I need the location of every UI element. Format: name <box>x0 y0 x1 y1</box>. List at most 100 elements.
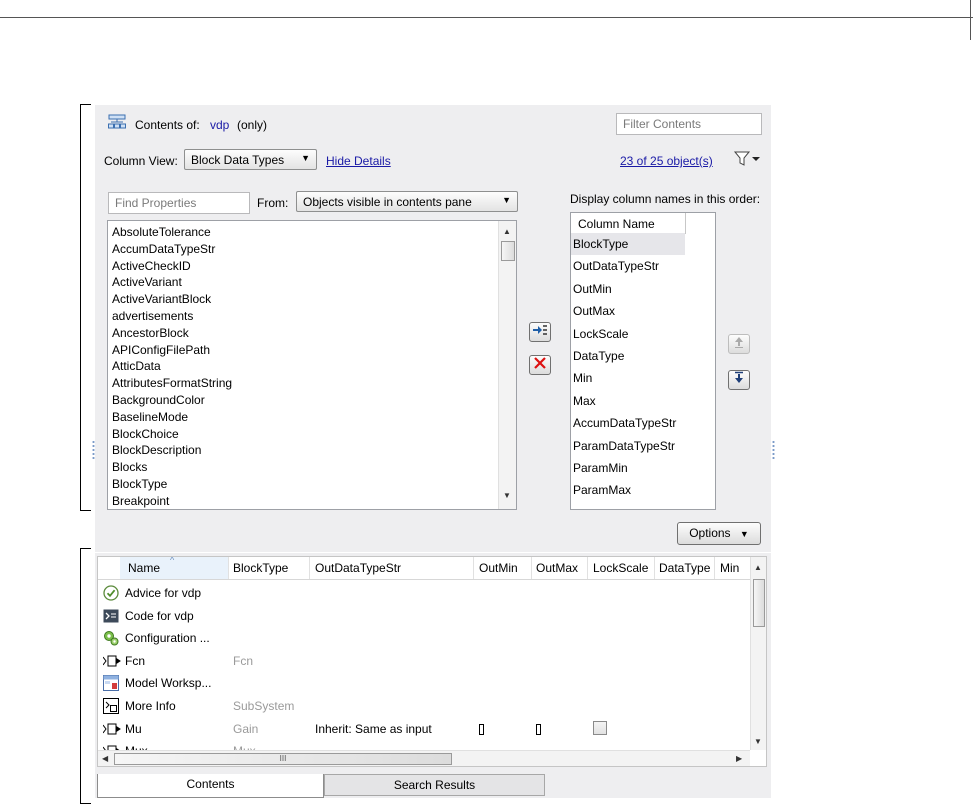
left-resize-handle[interactable] <box>92 440 95 460</box>
property-list-item[interactable]: BackgroundColor <box>108 392 498 409</box>
column-order-item[interactable]: BlockType <box>571 233 685 256</box>
model-hierarchy-icon <box>108 114 126 133</box>
property-list-item[interactable]: advertisements <box>108 308 498 325</box>
row-name: More Info <box>125 699 176 713</box>
info-block-icon <box>103 698 119 714</box>
lockscale-checkbox[interactable] <box>593 720 607 735</box>
table-horizontal-scrollbar[interactable]: ◀ III ▶ <box>98 750 750 766</box>
col-header-min[interactable]: Min <box>720 561 739 575</box>
column-divider <box>714 557 715 579</box>
row-name: Code for vdp <box>125 608 194 623</box>
tab-search-results[interactable]: Search Results <box>324 774 545 796</box>
property-list-item[interactable]: ActiveCheckID <box>108 258 498 275</box>
contents-table[interactable]: ^ Name BlockType OutDataTypeStr OutMin O… <box>97 556 767 767</box>
property-list-item[interactable]: BlockChoice <box>108 426 498 443</box>
outmin-editor[interactable] <box>479 723 484 735</box>
property-list-item[interactable]: AbsoluteTolerance <box>108 224 498 241</box>
property-list-item[interactable]: BaselineMode <box>108 409 498 426</box>
scroll-down-icon[interactable]: ▼ <box>754 737 762 746</box>
col-header-blocktype[interactable]: BlockType <box>233 561 288 575</box>
property-list-item[interactable]: APIConfigFilePath <box>108 342 498 359</box>
column-order-item[interactable]: LockScale <box>571 323 715 345</box>
column-view-dropdown[interactable]: Block Data Types ▼ <box>184 149 317 170</box>
filter-contents-input[interactable]: Filter Contents <box>616 113 762 135</box>
col-header-lockscale[interactable]: LockScale <box>593 561 648 575</box>
col-header-datatype[interactable]: DataType <box>659 561 710 575</box>
row-blocktype: SubSystem <box>233 699 295 713</box>
column-order-item[interactable]: OutMin <box>571 278 715 300</box>
column-order-item[interactable]: Min <box>571 367 715 389</box>
from-dropdown[interactable]: Objects visible in contents pane ▼ <box>296 191 518 212</box>
right-resize-handle[interactable] <box>772 440 775 460</box>
remove-column-button[interactable] <box>529 355 551 375</box>
table-row[interactable]: Mu Gain Inherit: Same as input <box>98 718 750 741</box>
options-label: Options <box>689 526 731 540</box>
scroll-up-icon[interactable]: ▲ <box>754 563 762 572</box>
property-list-item[interactable]: ActiveVariantBlock <box>108 291 498 308</box>
table-row[interactable]: More Info SubSystem <box>98 695 750 718</box>
row-name: Advice for vdp <box>125 586 202 600</box>
upper-callout-bracket <box>80 104 91 511</box>
tab-contents-label: Contents <box>186 777 235 791</box>
page-corner-mark <box>970 0 971 40</box>
column-order-item[interactable]: DataType <box>571 345 715 367</box>
table-hscroll-thumb[interactable]: III <box>114 753 452 765</box>
col-header-name[interactable]: Name <box>128 561 160 575</box>
find-properties-input[interactable]: Find Properties <box>108 192 250 214</box>
property-list-item[interactable]: Breakpoint <box>108 493 498 509</box>
table-row[interactable]: Advice for vdp <box>98 582 750 605</box>
hide-details-link[interactable]: Hide Details <box>326 154 391 168</box>
table-row[interactable]: Configuration ... <box>98 627 750 650</box>
model-link[interactable]: vdp <box>210 118 229 132</box>
col-header-outmax[interactable]: OutMax <box>536 561 578 575</box>
column-order-item[interactable]: OutDataTypeStr <box>571 255 715 277</box>
options-button[interactable]: Options ▼ <box>677 522 761 545</box>
column-order-item[interactable]: ParamMin <box>571 457 715 479</box>
scroll-down-icon[interactable]: ▼ <box>503 491 511 500</box>
properties-scrollbar[interactable]: ▲ ▼ <box>498 221 516 509</box>
table-vertical-scrollbar[interactable]: ▲ ▼ <box>750 557 766 750</box>
col-header-outdatatypestr[interactable]: OutDataTypeStr <box>315 561 401 575</box>
scroll-left-icon[interactable]: ◀ <box>102 754 108 763</box>
column-order-item[interactable]: Max <box>571 390 715 412</box>
model-workspace-icon <box>103 675 119 692</box>
table-row[interactable]: Model Worksp... <box>98 672 750 695</box>
property-list-item[interactable]: BlockDescription <box>108 442 498 459</box>
property-list-item[interactable]: AncestorBlock <box>108 325 498 342</box>
property-list-item[interactable]: ActiveVariant <box>108 274 498 291</box>
row-name: Fcn <box>125 653 146 668</box>
row-blocktype: Gain <box>233 721 259 736</box>
column-order-item[interactable]: AccumDataTypeStr <box>571 412 715 434</box>
block-port-icon <box>102 653 121 669</box>
sort-ascending-icon: ^ <box>170 556 175 565</box>
filter-funnel-icon[interactable] <box>733 150 763 171</box>
property-list-item[interactable]: AtticData <box>108 358 498 375</box>
outmax-editor[interactable] <box>536 723 541 735</box>
property-list-item[interactable]: AttributesFormatString <box>108 375 498 392</box>
move-down-button[interactable] <box>728 370 750 390</box>
column-order-item[interactable]: OutMax <box>571 300 715 322</box>
property-list-item[interactable]: BlockType <box>108 476 498 493</box>
column-order-item[interactable]: ParamMax <box>571 479 715 501</box>
column-view-label: Column View: <box>104 154 178 168</box>
available-properties-list[interactable]: AbsoluteTolerance AccumDataTypeStr ActiveC… <box>107 220 517 510</box>
table-row[interactable]: Fcn Fcn <box>98 650 750 673</box>
add-column-button[interactable] <box>529 322 551 342</box>
column-divider <box>654 557 655 579</box>
tab-contents[interactable]: Contents <box>97 774 324 798</box>
column-divider <box>587 557 588 579</box>
scroll-right-icon[interactable]: ▶ <box>736 754 742 763</box>
table-row[interactable]: Code for vdp <box>98 605 750 628</box>
display-columns-list[interactable]: Column Name BlockType OutDataTypeStr OutMi… <box>570 212 716 510</box>
column-order-item[interactable]: ParamDataTypeStr <box>571 435 715 457</box>
properties-scroll-thumb[interactable] <box>501 241 515 261</box>
table-vscroll-thumb[interactable] <box>753 579 765 627</box>
chevron-down-icon: ▼ <box>502 195 511 205</box>
scroll-up-icon[interactable]: ▲ <box>503 227 511 236</box>
property-list-item[interactable]: AccumDataTypeStr <box>108 241 498 258</box>
property-list-item[interactable]: Blocks <box>108 459 498 476</box>
move-up-button[interactable] <box>728 334 750 354</box>
scope-label: (only) <box>237 118 268 132</box>
col-header-outmin[interactable]: OutMin <box>479 561 518 575</box>
object-count-link[interactable]: 23 of 25 object(s) <box>620 154 713 168</box>
